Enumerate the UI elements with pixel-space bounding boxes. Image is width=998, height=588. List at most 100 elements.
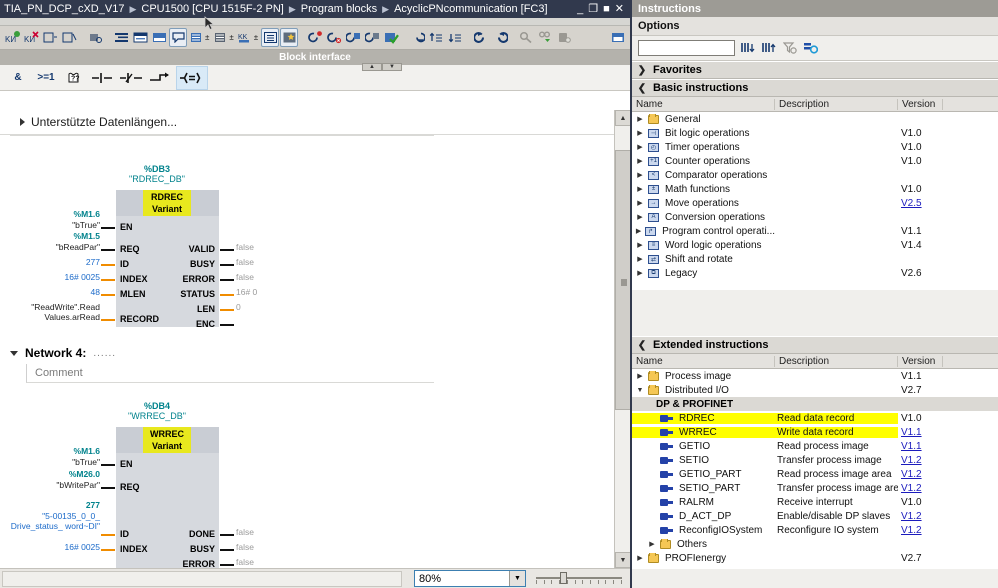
rdrec-name-chip[interactable]: RDREC Variant	[143, 190, 191, 216]
splitter-up-icon[interactable]: ▲	[362, 63, 382, 71]
col-version[interactable]: Version	[898, 355, 943, 367]
instruction-version[interactable]: V1.2	[898, 483, 943, 494]
scroll-up-button[interactable]: ▲	[615, 110, 631, 126]
comment-balloon-icon[interactable]	[169, 28, 187, 47]
sort-ascending-icon[interactable]	[761, 40, 777, 56]
instruction-version[interactable]: V1.2	[898, 525, 943, 536]
instruction-name-cell[interactable]: ▶ ⇄ Shift and rotate	[632, 254, 775, 265]
zoom-slider[interactable]	[536, 571, 622, 587]
instruction-name-cell[interactable]: GETIO	[632, 441, 775, 452]
instruction-name-cell[interactable]: ▶ → Move operations	[632, 198, 775, 209]
instruction-name-cell[interactable]: ▶ ± Math functions	[632, 184, 775, 195]
maximize-button[interactable]: ■	[603, 4, 610, 15]
test-watch-icon[interactable]	[344, 28, 362, 47]
rdrec-en-tag[interactable]: "bTrue"	[30, 220, 100, 230]
favorites-section-header[interactable]: ❯ Favorites	[632, 61, 998, 79]
instruction-row[interactable]: GETIO_PART Read process image area V1.2	[632, 467, 998, 481]
basic-instructions-section-header[interactable]: ❮ Basic instructions	[632, 79, 998, 97]
fb-call-rdrec[interactable]: %DB3 "RDREC_DB" RDREC Variant EN %M1.6 "…	[0, 136, 614, 341]
version-label[interactable]: V1.2	[901, 525, 922, 536]
instruction-name-cell[interactable]: D_ACT_DP	[632, 511, 775, 522]
version-label[interactable]: V1.2	[901, 483, 922, 494]
expand-triangle-icon[interactable]	[20, 118, 25, 126]
insert-input-icon[interactable]	[41, 28, 59, 47]
favorite-no-contact[interactable]	[88, 66, 116, 90]
instruction-name-cell[interactable]: RDREC	[632, 412, 775, 424]
version-label[interactable]: V1.2	[901, 511, 922, 522]
instruction-row[interactable]: ▶ ⊣ Bit logic operations V1.0	[632, 126, 998, 140]
chevron-down-icon[interactable]: ❮	[637, 340, 647, 351]
close-button[interactable]: ✕	[615, 4, 624, 15]
instruction-version[interactable]: V1.2	[898, 469, 943, 480]
version-label[interactable]: V1.1	[901, 441, 922, 452]
version-label[interactable]: V2.5	[901, 198, 922, 209]
show-fav-bar-icon[interactable]	[261, 28, 280, 47]
scroll-down-button[interactable]: ▼	[615, 552, 631, 568]
basic-instructions-list[interactable]: ▶ General ▶ ⊣ Bit logic operations V1.0 ▶ ◴ Time…	[632, 112, 998, 290]
favorite-assignment-coil[interactable]	[176, 65, 208, 90]
chevron-down-icon[interactable]: ▼	[509, 571, 525, 586]
open-block-call-icon[interactable]	[609, 28, 627, 47]
instruction-row[interactable]: ▶ → Move operations V2.5	[632, 196, 998, 210]
delete-input-icon[interactable]	[60, 28, 78, 47]
instruction-name-cell[interactable]: SETIO_PART	[632, 483, 775, 494]
col-description[interactable]: Description	[775, 98, 898, 110]
instruction-name-cell[interactable]: ▶ +1 Counter operations	[632, 156, 775, 167]
wrrec-id-tag[interactable]: "5-00135_0_0_ Drive_status_ word~DI"	[10, 511, 100, 531]
binocular-goto-icon[interactable]	[536, 28, 554, 47]
splitter-down-icon[interactable]: ▼	[382, 63, 402, 71]
expand-triangle-icon[interactable]: ▶	[635, 171, 645, 179]
expand-triangle-icon[interactable]: ▶	[635, 269, 645, 277]
instruction-row[interactable]: SETIO_PART Transfer process image area V1.…	[632, 481, 998, 495]
zoom-combobox[interactable]: 80% ▼	[414, 570, 526, 587]
instruction-row[interactable]: ▶ ± Math functions V1.0	[632, 182, 998, 196]
instruction-row[interactable]: ▶ General	[632, 112, 998, 126]
breadcrumb-cpu[interactable]: CPU1500 [CPU 1515F-2 PN]	[141, 3, 283, 15]
rdrec-index-value[interactable]: 16# 0025	[30, 272, 100, 282]
expand-triangle-icon[interactable]: ▶	[635, 185, 645, 193]
instruction-name-cell[interactable]: ▶ PROFIenergy	[632, 552, 775, 564]
favorite-nc-contact[interactable]	[116, 66, 146, 90]
instruction-row[interactable]: ▶ ⇄ Shift and rotate	[632, 252, 998, 266]
extended-instructions-section-header[interactable]: ❮ Extended instructions	[632, 336, 998, 354]
expand-triangle-icon[interactable]: ▶	[635, 241, 645, 249]
instruction-row[interactable]: WRREC Write data record V1.1	[632, 425, 998, 439]
expand-triangle-icon[interactable]: ▶	[635, 372, 645, 380]
consistency-check-icon[interactable]	[382, 28, 400, 47]
search-input[interactable]	[638, 40, 735, 56]
instruction-row[interactable]: ▶ ≡ Word logic operations V1.4	[632, 238, 998, 252]
monitor-off-icon[interactable]	[325, 28, 343, 47]
instruction-version[interactable]: V1.1	[898, 441, 943, 452]
instruction-version[interactable]: V2.5	[898, 198, 943, 209]
instruction-name-cell[interactable]: ▶ ⊣ Bit logic operations	[632, 128, 775, 139]
expand-triangle-icon[interactable]: ▶	[635, 227, 642, 235]
expand-triangle-icon[interactable]: ▶	[635, 255, 645, 263]
breadcrumb-project[interactable]: TIA_PN_DCP_cXD_V17	[4, 3, 124, 15]
instructions-options-header[interactable]: Options	[632, 17, 998, 36]
favorite-or-box[interactable]: >=1	[32, 66, 60, 90]
instruction-row[interactable]: ▶ Others	[632, 537, 998, 551]
instruction-row[interactable]: RDREC Read data record V1.0	[632, 411, 998, 425]
instruction-row[interactable]: ▶ ◴ Timer operations V1.0	[632, 140, 998, 154]
absolute-symbolic-icon[interactable]	[86, 28, 104, 47]
instruction-name-cell[interactable]: ▶ ◴ Timer operations	[632, 142, 775, 153]
canvas-vertical-scrollbar[interactable]: ▲ ▼	[614, 110, 631, 568]
goto-prev-icon[interactable]	[408, 28, 426, 47]
wrrec-index-value[interactable]: 16# 0025	[30, 542, 100, 552]
show-favorites-icon[interactable]	[280, 28, 299, 47]
version-label[interactable]: V1.2	[901, 455, 922, 466]
chevron-right-icon[interactable]: ❯	[637, 65, 647, 76]
rdrec-req-addr[interactable]: %M1.5	[40, 231, 100, 241]
instruction-row[interactable]: SETIO Transfer process image V1.2	[632, 453, 998, 467]
restore-button[interactable]: ❐	[588, 4, 598, 15]
instruction-row[interactable]: DP & PROFINET	[632, 397, 998, 411]
wrrec-name-chip[interactable]: WRREC Variant	[143, 427, 191, 453]
sort-down-icon[interactable]	[446, 28, 464, 47]
collapse-triangle-icon[interactable]	[10, 350, 18, 356]
rdrec-en-addr[interactable]: %M1.6	[40, 209, 100, 219]
expand-triangle-icon[interactable]: ▶	[635, 157, 645, 165]
instruction-version[interactable]: V1.1	[898, 427, 943, 438]
col-name[interactable]: Name	[632, 355, 775, 367]
show-block-comments-icon[interactable]	[150, 28, 168, 47]
instruction-name-cell[interactable]: ReconfigIOSystem	[632, 525, 775, 536]
